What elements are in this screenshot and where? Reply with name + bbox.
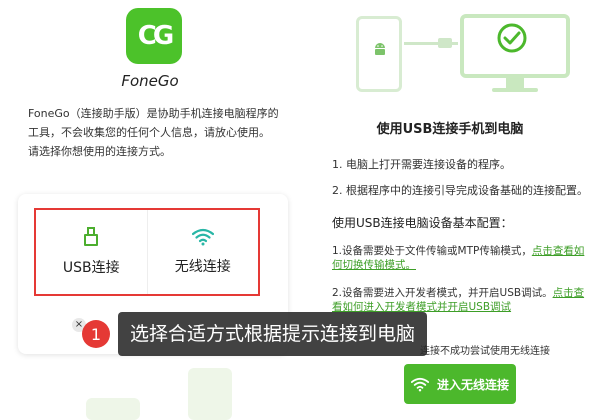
config-section-title: 使用USB连接电脑设备基本配置： [332,216,513,230]
callout-caption: 选择合适方式根据提示连接到电脑 [118,312,428,356]
usb-icon [84,227,99,247]
app-description: FoneGo（连接助手版）是协助手机连接电脑程序的工具，不会收集您的任何个人信息… [28,107,279,158]
monitor-stand-base [492,88,538,92]
monitor-stand [506,78,524,88]
usb-connection-label: USB连接 [62,260,120,276]
usb-step-1: 1. 电脑上打开需要连接设备的程序。 [332,158,511,171]
background-decoration [86,398,140,420]
connection-options-highlight: USB连接 无线连接 [34,208,260,296]
android-icon [375,43,385,55]
wifi-connection-label: 无线连接 [174,259,231,275]
enter-wifi-connection-button[interactable]: 进入无线连接 [404,364,516,404]
checkmark-icon [497,23,527,53]
logo-text: CG [137,21,174,51]
tutorial-callout: 1 选择合适方式根据提示连接到电脑 [82,308,508,360]
usb-connection-option[interactable]: USB连接 [36,210,147,294]
wifi-connection-option[interactable]: 无线连接 [146,210,259,294]
config-item-1-text: 1.设备需要处于文件传输或MTP传输模式， [332,245,532,257]
usb-plug-illustration [438,38,452,48]
config-item-1: 1.设备需要处于文件传输或MTP传输模式，点击查看如何切换传输模式。 [332,244,594,272]
background-decoration [188,368,232,420]
usb-steps-list: 1. 电脑上打开需要连接设备的程序。 2. 根据程序中的连接引导完成设备基础的连… [332,152,594,204]
wifi-icon [191,228,214,246]
usb-step-2: 2. 根据程序中的连接引导完成设备基础的连接配置。 [332,184,588,197]
fonego-logo: CG [126,8,182,64]
step-number-badge: 1 [82,320,110,348]
app-name: FoneGo [121,72,179,90]
config-item-2-text: 2.设备需要进入开发者模式，并开启USB调试。 [332,287,553,299]
enter-wifi-connection-label: 进入无线连接 [436,377,509,392]
usb-instructions-title: 使用USB连接手机到电脑 [376,122,524,137]
phone-illustration [356,16,402,92]
wifi-icon [410,377,429,391]
